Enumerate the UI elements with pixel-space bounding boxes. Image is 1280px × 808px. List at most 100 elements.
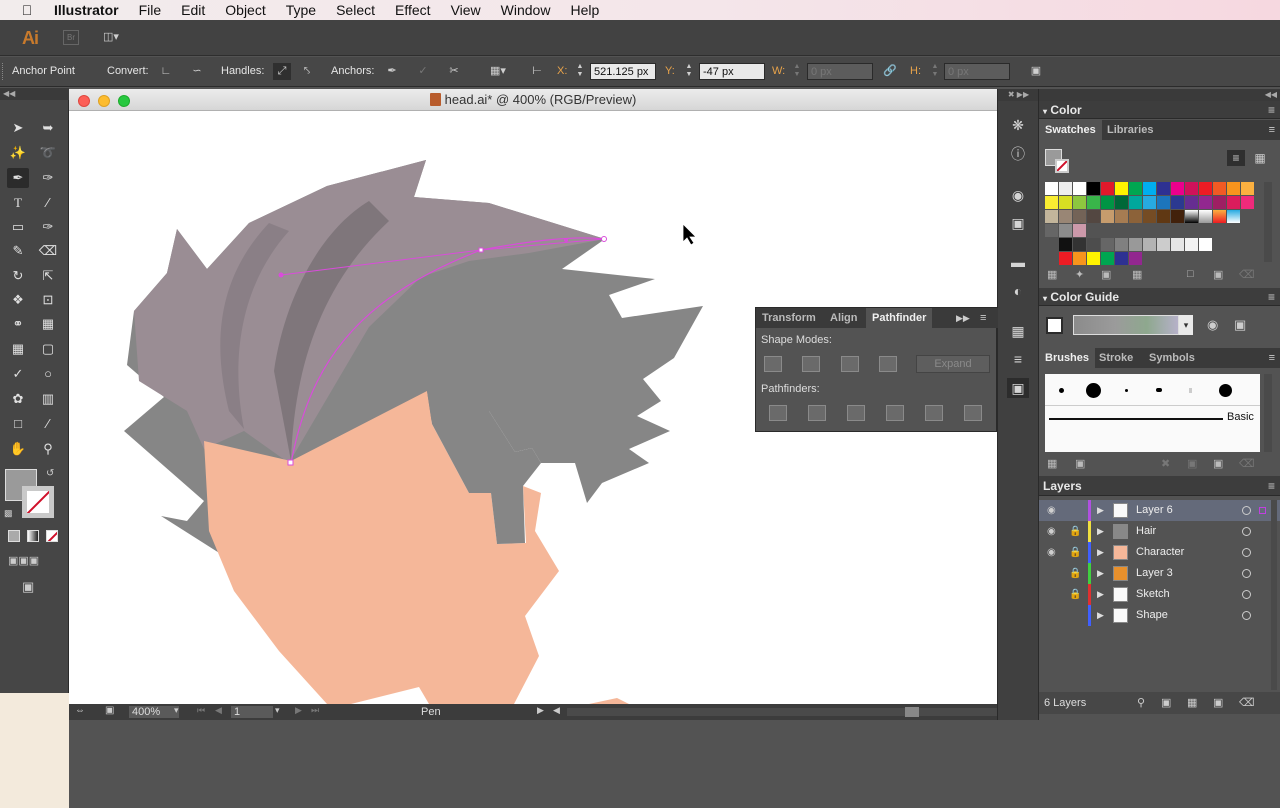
expand-button[interactable]: Expand: [916, 355, 990, 373]
color-panel-menu-icon[interactable]: ≡: [1268, 101, 1275, 119]
zoom-tool-icon[interactable]: ⚲: [37, 439, 59, 459]
align-icon[interactable]: ⊢: [528, 63, 546, 80]
menu-effect[interactable]: Effect: [385, 0, 441, 20]
divide-icon[interactable]: [769, 405, 787, 421]
swatch-p3[interactable]: [1213, 196, 1226, 209]
magic-wand-tool-icon[interactable]: ✨: [7, 143, 29, 163]
horizontal-scroll-thumb[interactable]: [905, 707, 919, 717]
swatch-magenta[interactable]: [1171, 182, 1184, 195]
drawing-mode-icon[interactable]: ▣▣▣: [8, 554, 39, 567]
swatch-t1[interactable]: [1129, 196, 1142, 209]
swatch-y2[interactable]: [1045, 196, 1058, 209]
swatch-green[interactable]: [1129, 182, 1142, 195]
hide-handles-icon[interactable]: ⤣: [298, 63, 316, 80]
basic-brush-stroke[interactable]: [1049, 418, 1223, 420]
swatch-p1[interactable]: [1185, 196, 1198, 209]
swatch-gray-h[interactable]: [1157, 238, 1170, 251]
column-graph-tool-icon[interactable]: ▥: [37, 389, 59, 409]
curvature-tool-icon[interactable]: ✑: [37, 168, 59, 188]
document-info-icon[interactable]: ▣: [105, 705, 114, 716]
swatch-bright-p[interactable]: [1129, 252, 1142, 265]
swatch-gray-a[interactable]: [1059, 238, 1072, 251]
shape-builder-tool-icon[interactable]: ⚭: [7, 314, 29, 334]
swatch-gr3[interactable]: [1213, 210, 1226, 223]
stroke-swatch[interactable]: [22, 486, 54, 518]
apple-menu-icon[interactable]: : [18, 2, 36, 18]
color-guide-header[interactable]: ▾ Color Guide ≡: [1039, 288, 1280, 306]
libraries-panel-icon[interactable]: ▣: [1075, 457, 1085, 470]
w-stepper[interactable]: ▲ ▼: [790, 63, 804, 80]
h-field[interactable]: 0 px: [944, 63, 1010, 80]
brush-dot-tiny[interactable]: [1125, 389, 1128, 392]
menu-app-illustrator[interactable]: Illustrator: [50, 0, 129, 20]
screen-mode-icon[interactable]: ▣: [22, 579, 34, 595]
make-clipping-mask-icon[interactable]: ▣: [1161, 692, 1171, 714]
swatch-bright-o[interactable]: [1073, 252, 1086, 265]
close-window-button[interactable]: [78, 95, 90, 107]
control-grip-icon[interactable]: [2, 63, 6, 80]
merge-icon[interactable]: [847, 405, 865, 421]
appearance-panel-icon[interactable]: ◉: [1007, 185, 1029, 205]
dock-header[interactable]: ◀◀: [1039, 89, 1280, 101]
connect-anchors-icon[interactable]: ✓: [414, 63, 432, 80]
swatch-g2[interactable]: [1087, 196, 1100, 209]
hand-tool-icon[interactable]: ✋: [7, 439, 29, 459]
swatch-br9[interactable]: [1157, 210, 1170, 223]
tab-stroke[interactable]: Stroke: [1093, 348, 1139, 368]
symbol-sprayer-tool-icon[interactable]: ✿: [7, 389, 29, 409]
zoom-field[interactable]: 400%: [129, 706, 179, 718]
transform-panel-icon[interactable]: ▦: [1007, 321, 1029, 341]
layer-name[interactable]: Layer 3: [1136, 563, 1173, 584]
new-brush-icon[interactable]: ▣: [1213, 457, 1223, 470]
swatch-bright-r[interactable]: [1059, 252, 1072, 265]
horizontal-scrollbar[interactable]: [567, 708, 1027, 716]
swatch-p2[interactable]: [1199, 196, 1212, 209]
swatch-br1[interactable]: [1045, 210, 1058, 223]
next-artboard-icon[interactable]: ▶: [295, 705, 302, 716]
x-field[interactable]: 521.125 px: [590, 63, 656, 80]
tab-align[interactable]: Align: [824, 308, 864, 328]
symbols-sprayer-icon[interactable]: ❋: [1007, 115, 1029, 135]
panel-menu-icon[interactable]: ≡: [980, 308, 986, 328]
lock-icon[interactable]: 🔒: [1069, 521, 1081, 542]
target-circle-icon[interactable]: [1242, 548, 1251, 557]
swatch-orange2[interactable]: [1241, 182, 1254, 195]
swatch-gray-c[interactable]: [1087, 238, 1100, 251]
lock-icon[interactable]: 🔒: [1069, 563, 1081, 584]
swatch-br4[interactable]: [1087, 210, 1100, 223]
visibility-eye-icon[interactable]: ◉: [1047, 542, 1056, 563]
layers-panel-header[interactable]: Layers ≡: [1039, 476, 1280, 496]
layers-scrollbar[interactable]: [1271, 500, 1277, 690]
exclude-icon[interactable]: [879, 356, 897, 372]
swatch-br6[interactable]: [1115, 210, 1128, 223]
expand-layer-icon[interactable]: ▶: [1097, 563, 1104, 584]
swatch-gray-g[interactable]: [1143, 238, 1156, 251]
swatches-scrollbar[interactable]: [1264, 182, 1272, 262]
swatches-menu-icon[interactable]: ≡: [1269, 120, 1275, 140]
swatch-pattern1[interactable]: [1045, 224, 1058, 237]
menu-help[interactable]: Help: [560, 0, 609, 20]
tab-libraries[interactable]: Libraries: [1101, 120, 1159, 140]
brushes-scrollbar[interactable]: [1264, 374, 1272, 452]
swatch-red3[interactable]: [1213, 182, 1226, 195]
brush-dot-small[interactable]: [1059, 388, 1064, 393]
menu-object[interactable]: Object: [215, 0, 275, 20]
expand-layer-icon[interactable]: ▶: [1097, 584, 1104, 605]
strip-header[interactable]: ✖ ▶▶: [998, 89, 1039, 101]
layer-row[interactable]: ◉ 🔒 ▶ Character: [1039, 542, 1280, 563]
menu-file[interactable]: File: [129, 0, 172, 20]
handle-point[interactable]: [564, 238, 568, 242]
slice-tool-icon[interactable]: ∕: [37, 414, 59, 434]
minimize-window-button[interactable]: [98, 95, 110, 107]
delete-brush-icon[interactable]: ⌫: [1239, 457, 1255, 470]
trim-icon[interactable]: [808, 405, 826, 421]
unite-icon[interactable]: [764, 356, 782, 372]
graphic-styles-icon[interactable]: ▣: [1007, 213, 1029, 233]
blend-tool-icon[interactable]: ○: [37, 364, 59, 384]
width-tool-icon[interactable]: ❖: [7, 290, 29, 310]
target-circle-icon[interactable]: [1242, 590, 1251, 599]
expand-layer-icon[interactable]: ▶: [1097, 605, 1104, 626]
target-circle-icon[interactable]: [1242, 506, 1251, 515]
expand-layer-icon[interactable]: ▶: [1097, 500, 1104, 521]
expand-layer-icon[interactable]: ▶: [1097, 521, 1104, 542]
